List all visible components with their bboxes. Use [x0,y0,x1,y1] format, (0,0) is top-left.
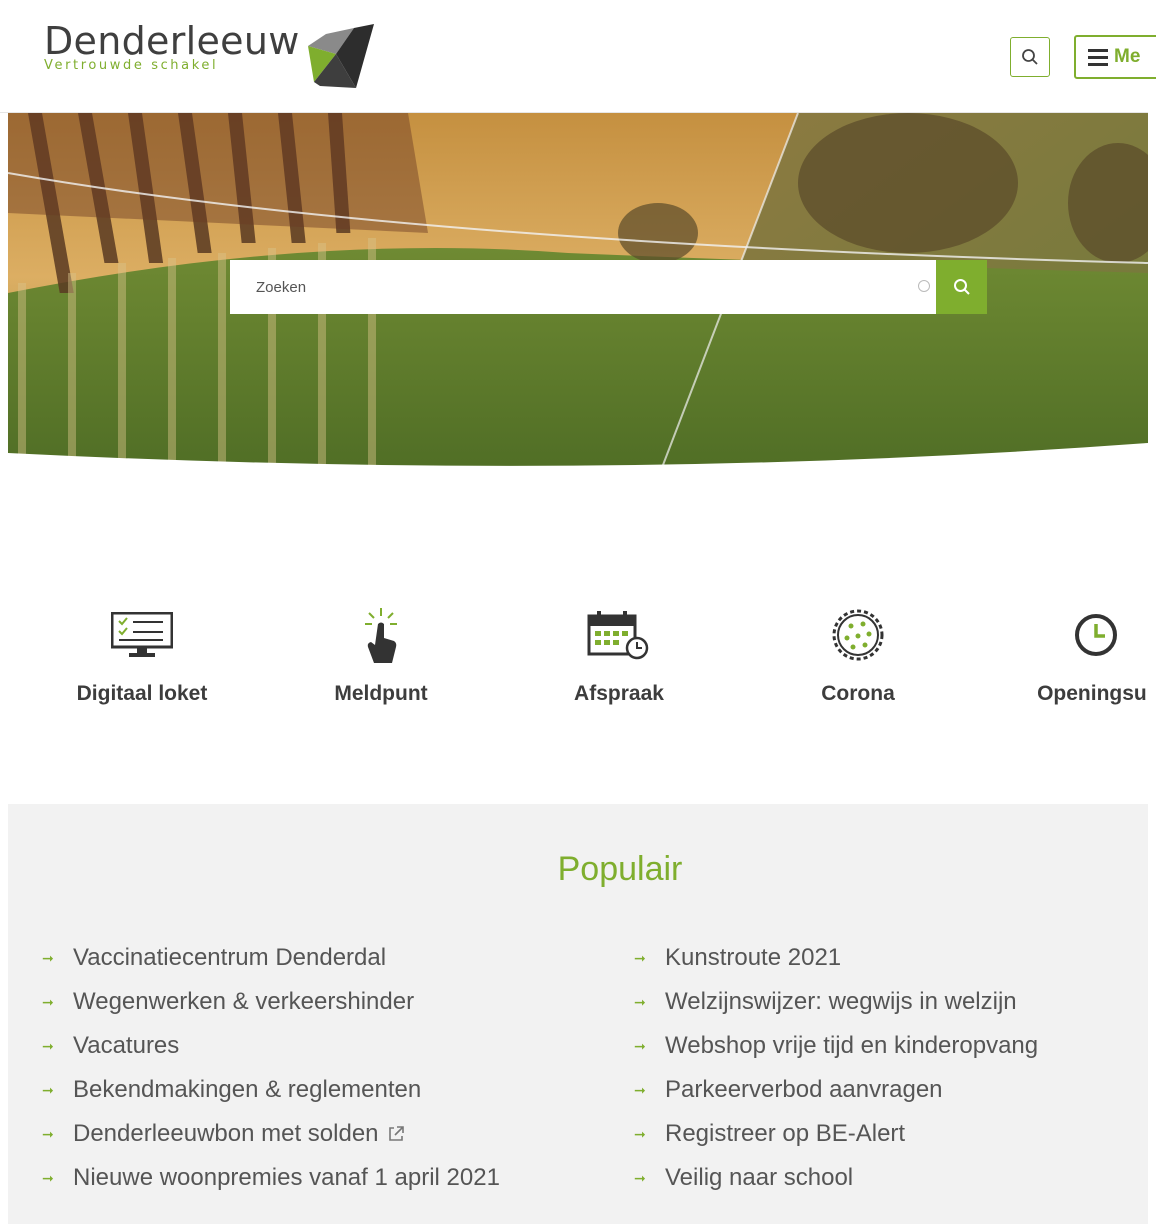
search-icon [953,279,970,295]
hamburger-icon [1088,45,1108,70]
external-link-icon [388,1126,404,1141]
arrow-right-icon: ➞ [42,1126,54,1142]
quick-link-label: Digitaal loket [76,682,208,705]
quick-link-corona[interactable]: Corona [758,600,958,706]
quick-link-afspraak[interactable]: Afspraak [519,600,719,706]
computer-checklist-icon [111,612,173,657]
arrow-right-icon: ➞ [634,1126,646,1142]
search-input[interactable] [230,260,890,314]
menu-label: Me [1114,46,1141,67]
quick-link-digitaal-loket[interactable]: Digitaal loket [42,600,242,706]
arrow-right-icon: ➞ [42,1038,54,1054]
list-item[interactable]: ➞ Denderleeuwbon met solden [42,1112,500,1156]
list-item[interactable]: ➞ Wegenwerken & verkeershinder [42,980,500,1024]
list-item[interactable]: ➞ Welzijnswijzer: wegwijs in welzijn [634,980,1038,1024]
quick-link-label: Openingsur [1037,682,1148,705]
arrow-right-icon: ➞ [634,1170,646,1186]
header-search-button[interactable] [1010,37,1050,77]
arrow-right-icon: ➞ [634,950,646,966]
hero-banner [8,113,1148,478]
arrow-right-icon: ➞ [42,994,54,1010]
quick-link-openingsuren[interactable]: Openingsur [996,600,1148,706]
site-header: Denderleeuw Vertrouwde schakel Me [0,0,1156,113]
site-logo[interactable]: Denderleeuw Vertrouwde schakel [44,20,300,73]
list-item[interactable]: ➞ Kunstroute 2021 [634,936,1038,980]
clock-icon [1075,614,1117,656]
list-item[interactable]: ➞ Bekendmakingen & reglementen [42,1068,500,1112]
hero-search-field [230,260,936,314]
list-item[interactable]: ➞ Vacatures [42,1024,500,1068]
arrow-right-icon: ➞ [634,1038,646,1054]
quick-link-label: Corona [821,682,895,705]
logo-mark-icon [308,24,374,88]
arrow-right-icon: ➞ [634,994,646,1010]
menu-button[interactable]: Me [1074,35,1156,79]
quick-links: Digitaal loket Meldpunt Afspraak Corona … [0,600,1156,730]
quick-link-label: Meldpunt [334,682,428,705]
calendar-clock-icon [587,611,649,660]
pointing-hand-icon [365,608,397,663]
list-item[interactable]: ➞ Veilig naar school [634,1156,1038,1200]
search-submit-button[interactable] [936,260,987,314]
list-item[interactable]: ➞ Registreer op BE-Alert [634,1112,1038,1156]
arrow-right-icon: ➞ [42,950,54,966]
section-title: Populair [557,850,683,888]
list-item[interactable]: ➞ Nieuwe woonpremies vanaf 1 april 2021 [42,1156,500,1200]
arrow-right-icon: ➞ [42,1170,54,1186]
list-item[interactable]: ➞ Vaccinatiecentrum Denderdal [42,936,500,980]
populair-section: Populair ➞ Vaccinatiecentrum Denderdal ➞ W… [8,804,1148,1224]
clear-icon[interactable] [918,280,930,292]
populair-right-list: ➞ Kunstroute 2021 ➞ Welzijnswijzer: wegwij… [634,936,1038,1200]
list-item[interactable]: ➞ Parkeerverbod aanvragen [634,1068,1038,1112]
quick-link-meldpunt[interactable]: Meldpunt [281,600,481,706]
search-icon [1022,49,1038,65]
quick-link-label: Afspraak [574,682,664,705]
arrow-right-icon: ➞ [42,1082,54,1098]
arrow-right-icon: ➞ [634,1082,646,1098]
virus-icon [832,609,884,661]
logo-name: Denderleeuw [44,19,300,63]
populair-left-list: ➞ Vaccinatiecentrum Denderdal ➞ Wegenwerke… [42,936,500,1200]
list-item[interactable]: ➞ Webshop vrije tijd en kinderopvang [634,1024,1038,1068]
